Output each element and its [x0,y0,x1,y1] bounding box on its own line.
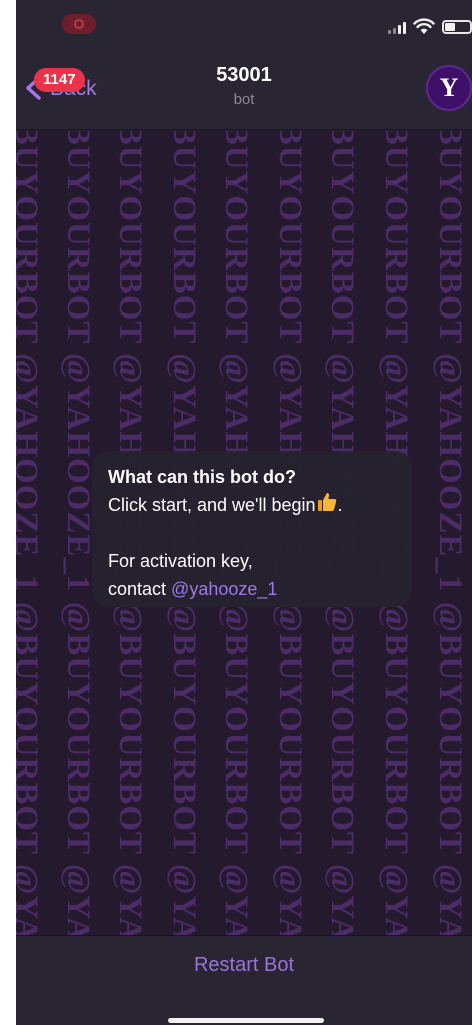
bottom-bar: Restart Bot [16,935,472,1025]
unread-badge: 1147 [34,68,85,92]
restart-bot-button[interactable]: Restart Bot [16,954,472,977]
thumbs-up-icon [317,493,336,511]
wallpaper-column: @BUYOURBOT @YAHOOZE_1 @BUYOURBOT @YAHOOZ… [432,131,468,935]
back-button[interactable]: Back 1147 [20,68,130,108]
card-contact-line: contact @yahooze_1 [108,579,278,599]
avatar[interactable]: Y [426,65,472,111]
cellular-signal-icon [388,22,406,34]
chat-subtitle: bot [233,91,255,108]
battery-icon [442,20,472,34]
mention-link[interactable]: @yahooze_1 [171,579,277,599]
chat-title[interactable]: 53001 [144,64,344,87]
nav-bar: Back 1147 53001 bot Y [16,50,472,130]
wifi-icon [413,18,435,34]
card-title: What can this bot do? [108,467,296,487]
record-icon [62,14,96,34]
wallpaper-column: @BUYOURBOT @YAHOOZE_1 @BUYOURBOT @YAHOOZ… [16,131,44,935]
bot-info-card: What can this bot do? Click start, and w… [92,451,412,607]
chat-area[interactable]: @BUYOURBOT @YAHOOZE_1 @BUYOURBOT @YAHOOZ… [16,131,472,935]
status-bar [16,0,472,50]
home-indicator[interactable] [168,1018,324,1023]
wallpaper-column: @BUYOURBOT @YAHOOZE_1 @BUYOURBOT @YAHOOZ… [60,131,96,935]
card-activation-line: For activation key, [108,551,253,571]
card-description: Click start, and we'll begin . [108,491,396,519]
phone-screen: Back 1147 53001 bot Y @BUYOURBOT @YAHOOZ… [16,0,472,1025]
